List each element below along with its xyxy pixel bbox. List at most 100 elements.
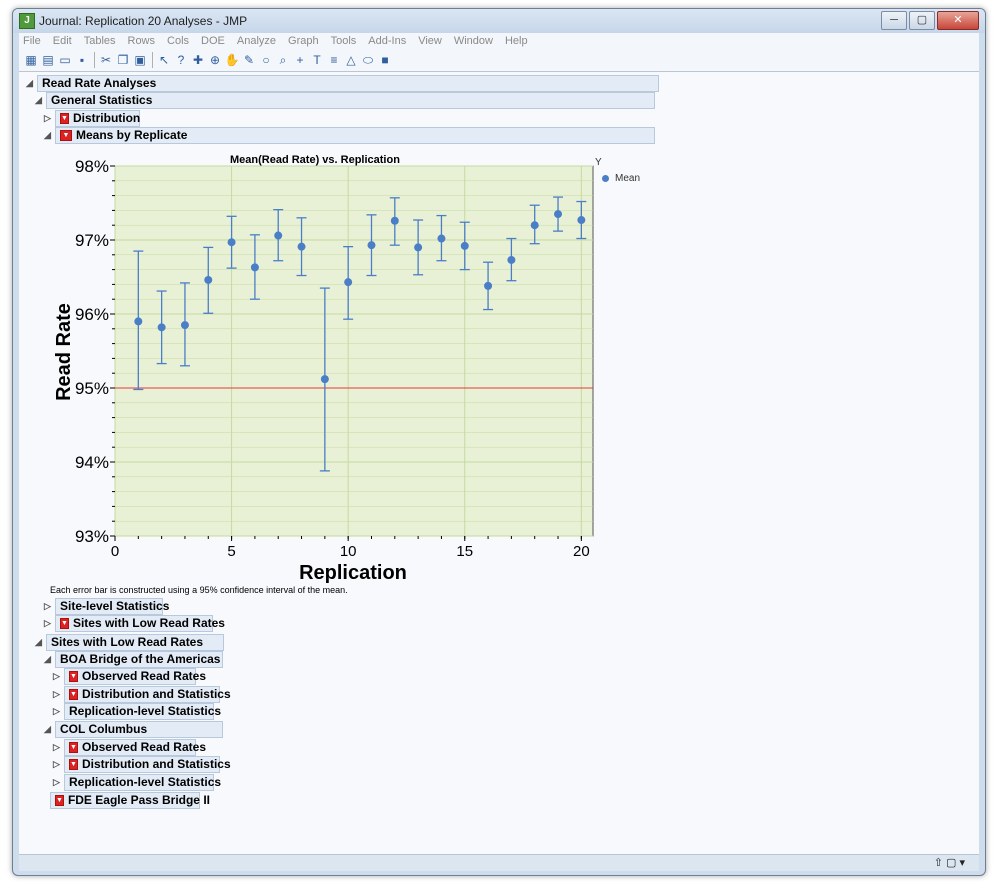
outline-read-rate-analyses[interactable]: ◢ Read Rate Analyses	[26, 74, 659, 92]
window-title: Journal: Replication 20 Analyses - JMP	[39, 14, 248, 28]
outline-general-statistics[interactable]: ◢ General Statistics	[35, 91, 655, 109]
menu-add-ins[interactable]: Add-Ins	[368, 33, 406, 49]
menu-view[interactable]: View	[418, 33, 442, 49]
disclosure-open-icon[interactable]: ◢	[26, 78, 35, 89]
magnifier-icon[interactable]: ○	[258, 52, 274, 68]
menu-edit[interactable]: Edit	[53, 33, 72, 49]
cut-icon[interactable]: ✂	[98, 52, 114, 68]
lasso-icon[interactable]: ⊕	[207, 52, 223, 68]
menu-bar: File Edit Tables Rows Cols DOE Analyze G…	[19, 33, 979, 49]
outline-title: Distribution and Statistics	[81, 686, 231, 701]
red-triangle-menu-icon[interactable]: ▼	[69, 670, 78, 682]
menu-window[interactable]: Window	[454, 33, 493, 49]
red-triangle-menu-icon[interactable]: ▼	[55, 794, 64, 806]
outline-title: Replication-level Statistics	[64, 773, 221, 791]
block-icon[interactable]: ■	[377, 52, 393, 68]
red-triangle-menu-icon[interactable]: ▼	[60, 112, 69, 124]
legend-label: Mean	[615, 173, 641, 184]
outline-boa-distribution[interactable]: ▷ ▼ Distribution and Statistics	[53, 685, 231, 703]
legend-marker	[602, 175, 609, 182]
red-triangle-menu-icon[interactable]: ▼	[60, 129, 72, 141]
brush-icon[interactable]: ✎	[241, 52, 257, 68]
disclosure-closed-icon[interactable]: ▷	[53, 706, 62, 717]
outline-title: COL Columbus	[55, 720, 223, 738]
polygon-icon[interactable]: △	[343, 52, 359, 68]
paste-icon[interactable]: ▣	[132, 52, 148, 68]
disclosure-closed-icon[interactable]: ▷	[53, 689, 62, 700]
outline-sites-with-low-read-rates-report[interactable]: ◢ Sites with Low Read Rates	[35, 633, 224, 651]
maximize-button[interactable]: ▢	[909, 11, 935, 30]
menu-tables[interactable]: Tables	[84, 33, 116, 49]
menu-help[interactable]: Help	[505, 33, 528, 49]
outline-title: Sites with Low Read Rates	[72, 615, 225, 630]
outline-col-observed[interactable]: ▷ ▼ Observed Read Rates	[53, 738, 206, 756]
toolbar: ▦ ▤ ▭ ▪ ✂ ❐ ▣ ↖ ? ✚ ⊕ ✋ ✎ ○ ⌕ + T ≡ △ ⬭ …	[19, 49, 979, 72]
outline-col-replication[interactable]: ▷ Replication-level Statistics	[53, 773, 221, 791]
title-bar: J Journal: Replication 20 Analyses - JMP…	[13, 9, 985, 33]
lines-icon[interactable]: ≡	[326, 52, 342, 68]
help-icon[interactable]: ?	[173, 52, 189, 68]
oval-icon[interactable]: ⬭	[360, 52, 376, 68]
zoom-icon[interactable]: ⌕	[275, 52, 291, 68]
red-triangle-menu-icon[interactable]: ▼	[69, 741, 78, 753]
save-icon[interactable]: ▪	[74, 52, 90, 68]
outline-sites-with-low-read-rates[interactable]: ▷ ▼ Sites with Low Read Rates	[44, 614, 225, 632]
outline-col[interactable]: ◢ COL Columbus	[44, 720, 223, 738]
menu-file[interactable]: File	[23, 33, 41, 49]
disclosure-closed-icon[interactable]: ▷	[44, 113, 53, 124]
outline-fde[interactable]: ▼ FDE Eagle Pass Bridge II	[50, 791, 210, 809]
outline-title: Sites with Low Read Rates	[46, 633, 224, 651]
menu-rows[interactable]: Rows	[128, 33, 156, 49]
close-button[interactable]: ✕	[937, 11, 979, 30]
outline-boa[interactable]: ◢ BOA Bridge of the Americas	[44, 650, 223, 668]
disclosure-closed-icon[interactable]: ▷	[44, 601, 53, 612]
hand-icon[interactable]: ✋	[224, 52, 240, 68]
disclosure-open-icon[interactable]: ◢	[35, 637, 44, 648]
disclosure-closed-icon[interactable]: ▷	[53, 671, 62, 682]
menu-tools[interactable]: Tools	[331, 33, 357, 49]
menu-graph[interactable]: Graph	[288, 33, 319, 49]
jmp-app-icon: J	[19, 13, 35, 29]
chart-note: Each error bar is constructed using a 95…	[50, 585, 348, 595]
disclosure-open-icon[interactable]: ◢	[44, 654, 53, 665]
menu-analyze[interactable]: Analyze	[237, 33, 276, 49]
outline-distribution[interactable]: ▷ ▼ Distribution	[44, 109, 140, 127]
crosshair-icon[interactable]: ✚	[190, 52, 206, 68]
legend-item-mean[interactable]: Mean	[602, 173, 640, 184]
new-data-table-icon[interactable]: ▦	[23, 52, 39, 68]
new-script-icon[interactable]: ▤	[40, 52, 56, 68]
outline-title: Replication-level Statistics	[64, 702, 221, 720]
outline-title: Observed Read Rates	[81, 668, 206, 683]
outline-title: BOA Bridge of the Americas	[55, 650, 223, 668]
outline-title: Read Rate Analyses	[37, 74, 659, 92]
text-icon[interactable]: T	[309, 52, 325, 68]
arrow-icon[interactable]: ↖	[156, 52, 172, 68]
disclosure-open-icon[interactable]: ◢	[35, 95, 44, 106]
toolbar-separator	[94, 52, 95, 68]
disclosure-closed-icon[interactable]: ▷	[53, 742, 62, 753]
minimize-button[interactable]: ─	[881, 11, 907, 30]
red-triangle-menu-icon[interactable]: ▼	[60, 617, 69, 629]
status-icons[interactable]: ⇧ ▢ ▾	[934, 856, 965, 869]
red-triangle-menu-icon[interactable]: ▼	[69, 688, 78, 700]
outline-boa-observed[interactable]: ▷ ▼ Observed Read Rates	[53, 667, 206, 685]
outline-title: FDE Eagle Pass Bridge II	[67, 792, 210, 807]
outline-title: Site-level Statistics	[55, 597, 169, 615]
outline-col-distribution[interactable]: ▷ ▼ Distribution and Statistics	[53, 755, 231, 773]
outline-site-level-statistics[interactable]: ▷ Site-level Statistics	[44, 597, 169, 615]
disclosure-closed-icon[interactable]: ▷	[44, 618, 53, 629]
outline-title: Observed Read Rates	[81, 739, 206, 754]
red-triangle-menu-icon[interactable]: ▼	[69, 758, 78, 770]
disclosure-open-icon[interactable]: ◢	[44, 724, 53, 735]
plus-icon[interactable]: +	[292, 52, 308, 68]
outline-title: Means by Replicate	[76, 127, 188, 142]
disclosure-closed-icon[interactable]: ▷	[53, 759, 62, 770]
open-icon[interactable]: ▭	[57, 52, 73, 68]
disclosure-closed-icon[interactable]: ▷	[53, 777, 62, 788]
menu-doe[interactable]: DOE	[201, 33, 225, 49]
menu-cols[interactable]: Cols	[167, 33, 189, 49]
copy-icon[interactable]: ❐	[115, 52, 131, 68]
disclosure-open-icon[interactable]: ◢	[44, 130, 53, 141]
outline-boa-replication[interactable]: ▷ Replication-level Statistics	[53, 702, 221, 720]
outline-means-by-replicate[interactable]: ◢ ▼ Means by Replicate	[44, 126, 655, 144]
